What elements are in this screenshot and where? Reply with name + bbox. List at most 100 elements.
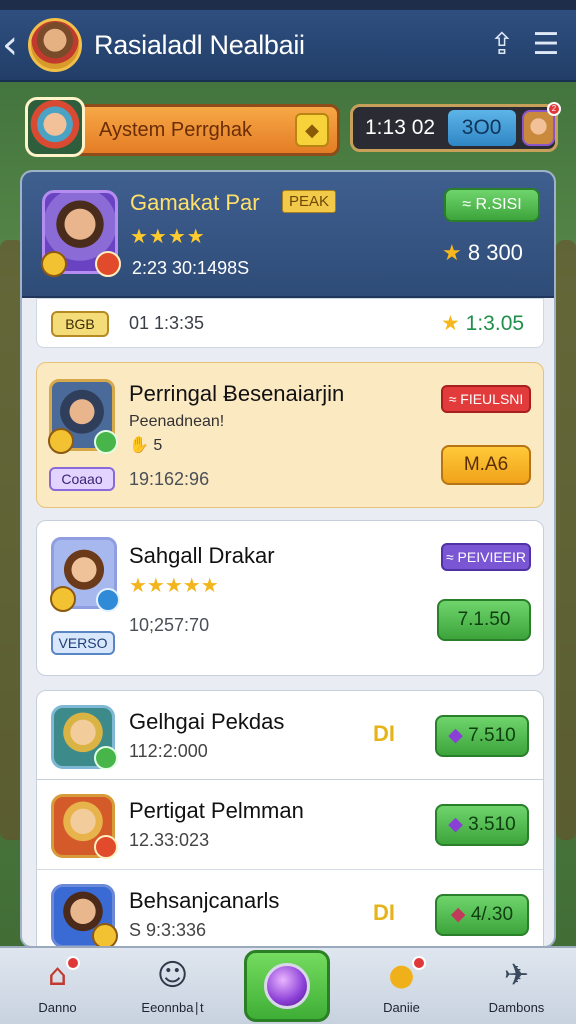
star-icon: ★ (442, 241, 462, 266)
rank-mark: DI (373, 900, 395, 925)
featured-time: 2:23 30:1498S (132, 258, 250, 278)
reward-button[interactable]: ◆ 3.510 (435, 804, 529, 846)
background-scenery-right (556, 240, 576, 840)
status-tag: ≈ PEIVIEEIR (441, 543, 531, 571)
player-avatar (51, 794, 118, 859)
reward-button-value: 4/.30 (470, 904, 514, 925)
nav-label: Eeonnba∣t (141, 1000, 204, 1015)
list-item[interactable]: Gelhgai Pekdas 112:2:000 DI ◆ 7.510 (36, 690, 544, 780)
peak-tag: PEAK (282, 190, 337, 213)
coin-icon[interactable]: ◆ (295, 113, 329, 147)
share-icon[interactable]: ⇪ (480, 23, 524, 67)
map-icon: ✈ (503, 958, 530, 993)
star-rating: ★★★★★ (129, 573, 219, 597)
player-time: 10;257:70 (129, 615, 210, 635)
reward-button[interactable]: 7.1.50 (437, 599, 531, 641)
status-bar (0, 0, 576, 10)
player-card[interactable]: Sahgall Drakar ★★★★★ VERSO 10;257:70 ≈ P… (36, 520, 544, 676)
reward-button-value: 7.510 (468, 725, 516, 746)
blue-badge-icon (96, 588, 120, 612)
hamburger-menu-icon[interactable]: ☰ (524, 23, 568, 67)
gold-medal-icon (92, 923, 118, 946)
hand-icon: ✋ (129, 437, 149, 454)
list-item[interactable]: Behsanjcanarls S 9:3:336 DI ◆ 4/.30 (36, 870, 544, 946)
reward-button[interactable]: ◆ 4/.30 (435, 894, 529, 936)
player-avatar[interactable] (28, 18, 82, 72)
nav-home[interactable]: ⌂ Danno (0, 948, 115, 1024)
back-chevron-icon[interactable]: ‹ (2, 25, 28, 65)
leaderboard-panel: Gamakat Par PEAK ★★★★ 2:23 30:1498S ≈ R.… (20, 170, 556, 948)
player-avatar (50, 537, 120, 612)
player-card[interactable]: Perringal Ƀesenaiarjin Peenadnean! ✋ 5 C… (36, 362, 544, 508)
red-star-badge-icon (95, 251, 121, 277)
nav-label: Danno (38, 1000, 77, 1015)
player-subtitle: Peenadnean! (129, 413, 225, 430)
nav-map[interactable]: ✈ Dambons (459, 948, 574, 1024)
nav-center-button[interactable] (244, 950, 330, 1022)
player-time: 12.33:023 (129, 830, 210, 850)
featured-points: ★ 8 300 (442, 240, 523, 266)
nav-alerts[interactable]: ● Daniie (344, 948, 459, 1024)
hero-avatar (25, 97, 85, 157)
notification-badge: 2 (547, 102, 561, 116)
list-item[interactable]: Pertigat Pelmman 12.33:023 ◆ 3.510 (36, 780, 544, 870)
notification-dot (412, 956, 426, 970)
player-name: Perringal Ƀesenaiarjin (129, 381, 345, 406)
gold-medal-icon (41, 251, 67, 277)
featured-sub-row: BGB 01 1:3:35 ★ 1:3.05 (36, 298, 544, 348)
nav-label: Daniie (383, 1000, 420, 1015)
player-time: S 9:3:336 (129, 920, 207, 940)
featured-action-button[interactable]: ≈ R.SISI (444, 188, 540, 222)
mini-avatar[interactable]: 2 (521, 102, 561, 146)
star-icon: ★ (441, 311, 460, 335)
top-bar: ‹ Rasialadl Nealbaii ⇪ ☰ (0, 10, 576, 82)
status-tag: ≈ FIEULSNI (441, 385, 531, 413)
green-check-badge-icon (94, 430, 118, 454)
player-name: Gelhgai Pekdas (129, 709, 285, 734)
nav-emoji[interactable]: ☺ Eeonnba∣t (115, 948, 230, 1024)
player-avatar (51, 884, 118, 946)
sub-time: 01 1:3:35 (129, 313, 205, 333)
sub-points: ★ 1:3.05 (441, 311, 524, 336)
sub-points-value: 1:3.05 (465, 312, 525, 335)
rank-mark: DI (373, 721, 395, 746)
hero-label: Aystem Perrghak (99, 118, 253, 141)
player-count-value: 5 (153, 437, 163, 454)
category-chip: Coaao (49, 467, 115, 491)
sub-chip: BGB (51, 311, 109, 337)
featured-points-value: 8 300 (467, 240, 523, 265)
player-avatar (51, 705, 118, 770)
orb-icon (264, 963, 310, 1009)
nav-label: Dambons (488, 1000, 545, 1015)
player-time: 19:162:96 (129, 469, 210, 489)
category-chip: VERSO (51, 631, 115, 655)
notification-dot (66, 956, 80, 970)
gold-medal-icon (48, 428, 74, 454)
gem-icon: ◆ (448, 814, 463, 835)
score-secondary: 3Ο0 (447, 110, 516, 146)
reward-button-value: 3.510 (468, 814, 516, 835)
reward-button[interactable]: M.A6 (441, 445, 531, 485)
red-badge-icon (94, 835, 118, 859)
star-rating: ★★★★ (130, 224, 206, 248)
player-count: ✋ 5 (129, 435, 162, 455)
bottom-navigation: ⌂ Danno ☺ Eeonnba∣t ● Daniie ✈ Dambons (0, 946, 576, 1024)
gold-medal-icon (50, 586, 76, 612)
reward-button[interactable]: ◆ 7.510 (435, 715, 529, 757)
gem-icon: ◆ (450, 904, 466, 925)
featured-name: Gamakat Par (130, 190, 260, 215)
player-name: Sahgall Drakar (129, 543, 275, 568)
score-panel: 1:13 02 3Ο0 2 (350, 102, 561, 152)
score-primary: 1:13 02 (365, 116, 436, 139)
featured-player-card[interactable]: Gamakat Par PEAK ★★★★ 2:23 30:1498S ≈ R.… (22, 172, 554, 298)
player-time: 112:2:000 (129, 741, 208, 761)
player-name: Behsanjcanarls (129, 888, 280, 913)
green-check-badge-icon (94, 746, 118, 770)
player-name: Pertigat Pelmman (129, 798, 304, 823)
smiley-icon: ☺ (156, 958, 189, 993)
player-avatar (48, 379, 118, 454)
featured-avatar (41, 190, 121, 277)
hero-banner[interactable]: Aystem Perrghak ◆ (25, 97, 340, 157)
page-title: Rasialadl Nealbaii (94, 29, 305, 60)
gem-icon: ◆ (448, 725, 463, 746)
